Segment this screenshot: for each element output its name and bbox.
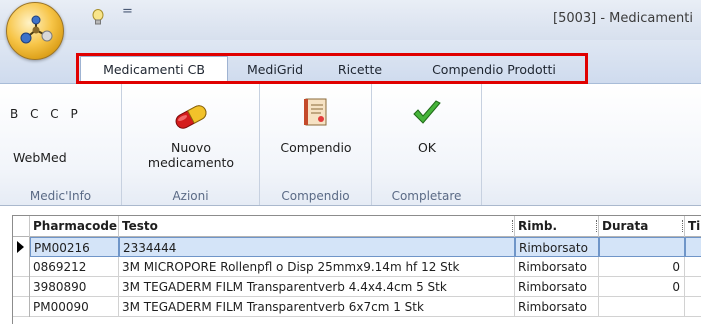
cell-pharmacode[interactable]: 3980890 (30, 277, 119, 297)
cell-testo[interactable]: 3M TEGADERM FILM Transparentverb 4.4x4.4… (119, 277, 515, 297)
title-bar: = [5003] - Medicamenti (0, 0, 701, 60)
group-label-completare: Completare (391, 189, 462, 203)
webmed-button[interactable]: WebMed (13, 150, 67, 165)
current-row-arrow-icon (17, 241, 24, 253)
cell-rimb[interactable]: Rimborsato (515, 297, 599, 317)
column-separator (682, 220, 685, 232)
cell-durata[interactable] (599, 297, 685, 317)
quick-access-customize[interactable]: = (122, 4, 133, 19)
medicamenti-grid[interactable]: Pharmacode Testo Rimb. Durata Ti PM00216… (12, 215, 701, 324)
row-selector[interactable] (13, 257, 30, 277)
cell-testo[interactable]: 2334444 (119, 237, 515, 257)
compendio-button[interactable]: Compendio (268, 96, 364, 155)
column-header-durata[interactable]: Durata (596, 216, 685, 237)
row-selector[interactable] (13, 297, 30, 317)
cell-testo[interactable]: 3M MICROPORE Rollenpfl o Disp 25mmx9.14m… (119, 257, 515, 277)
letter-p-button[interactable]: P (71, 107, 78, 121)
row-selector[interactable] (13, 277, 30, 297)
highlight-box (76, 53, 588, 84)
window-title: [5003] - Medicamenti (553, 11, 693, 26)
group-completare: OK Completare (372, 84, 482, 205)
cell-rimb[interactable]: Rimborsato (515, 257, 599, 277)
application-menu-button[interactable] (6, 2, 64, 60)
cell-tipo[interactable] (685, 297, 701, 317)
compendio-label: Compendio (280, 140, 352, 155)
group-label-azioni: Azioni (172, 189, 209, 203)
ok-label: OK (417, 140, 437, 155)
table-row[interactable]: PM00216 2334444 Rimborsato (13, 237, 701, 257)
group-medicinfo: B C C P WebMed Medic'Info (0, 84, 122, 205)
letter-buttons: B C C P (10, 107, 86, 121)
cell-rimb[interactable]: Rimborsato (515, 237, 599, 257)
column-separator (512, 220, 515, 232)
cell-durata[interactable]: 0 (599, 277, 685, 297)
nuovo-medicamento-button[interactable]: Nuovo medicamento (130, 98, 252, 170)
column-header-testo[interactable]: Testo (119, 216, 515, 237)
cell-testo[interactable]: 3M TEGADERM FILM Transparentverb 6x7cm 1… (119, 297, 515, 317)
book-icon (304, 98, 327, 126)
checkmark-icon (413, 100, 441, 124)
molecule-icon (20, 15, 53, 44)
lightbulb-icon[interactable] (92, 9, 104, 27)
pill-icon (175, 105, 207, 129)
group-label-medicinfo: Medic'Info (29, 189, 92, 203)
grid-header: Pharmacode Testo Rimb. Durata Ti (13, 216, 701, 237)
column-separator (596, 220, 599, 232)
ribbon-tab-strip: Medicamenti CB MediGrid Ricette Compendi… (0, 40, 701, 84)
cell-durata[interactable]: 0 (599, 257, 685, 277)
letter-b-button[interactable]: B (10, 107, 18, 121)
cell-pharmacode[interactable]: PM00216 (30, 237, 119, 257)
cell-tipo[interactable] (685, 277, 701, 297)
column-header-rimb-label: Rimb. (518, 219, 558, 233)
group-azioni: Nuovo medicamento Azioni (122, 84, 260, 205)
nuovo-label-1: Nuovo (171, 140, 211, 155)
column-header-rimb[interactable]: Rimb. (512, 216, 599, 237)
cell-rimb[interactable]: Rimborsato (515, 277, 599, 297)
ribbon-panel: B C C P WebMed Medic'Info Nuovo medicame… (0, 84, 701, 206)
letter-c-button[interactable]: C (30, 107, 38, 121)
header-row-selector (13, 216, 30, 237)
cell-tipo[interactable] (685, 257, 701, 277)
table-row[interactable]: 3980890 3M TEGADERM FILM Transparentverb… (13, 277, 701, 297)
group-compendio: Compendio Compendio (260, 84, 372, 205)
group-label-compendio: Compendio (281, 189, 350, 203)
column-header-durata-label: Durata (602, 219, 649, 233)
ok-button[interactable]: OK (380, 100, 474, 155)
column-header-tipo-label: Ti (688, 219, 701, 233)
column-header-tipo[interactable]: Ti (682, 216, 701, 237)
cell-tipo[interactable] (685, 237, 701, 257)
cell-pharmacode[interactable]: PM00090 (30, 297, 119, 317)
column-header-pharmacode[interactable]: Pharmacode (30, 216, 119, 237)
letter-c2-button[interactable]: C (50, 107, 58, 121)
cell-pharmacode[interactable]: 0869212 (30, 257, 119, 277)
table-row[interactable]: PM00090 3M TEGADERM FILM Transparentverb… (13, 297, 701, 317)
nuovo-label-2: medicamento (147, 155, 235, 170)
table-row[interactable]: 0869212 3M MICROPORE Rollenpfl o Disp 25… (13, 257, 701, 277)
row-selector[interactable] (13, 237, 30, 257)
cell-durata[interactable] (599, 237, 685, 257)
